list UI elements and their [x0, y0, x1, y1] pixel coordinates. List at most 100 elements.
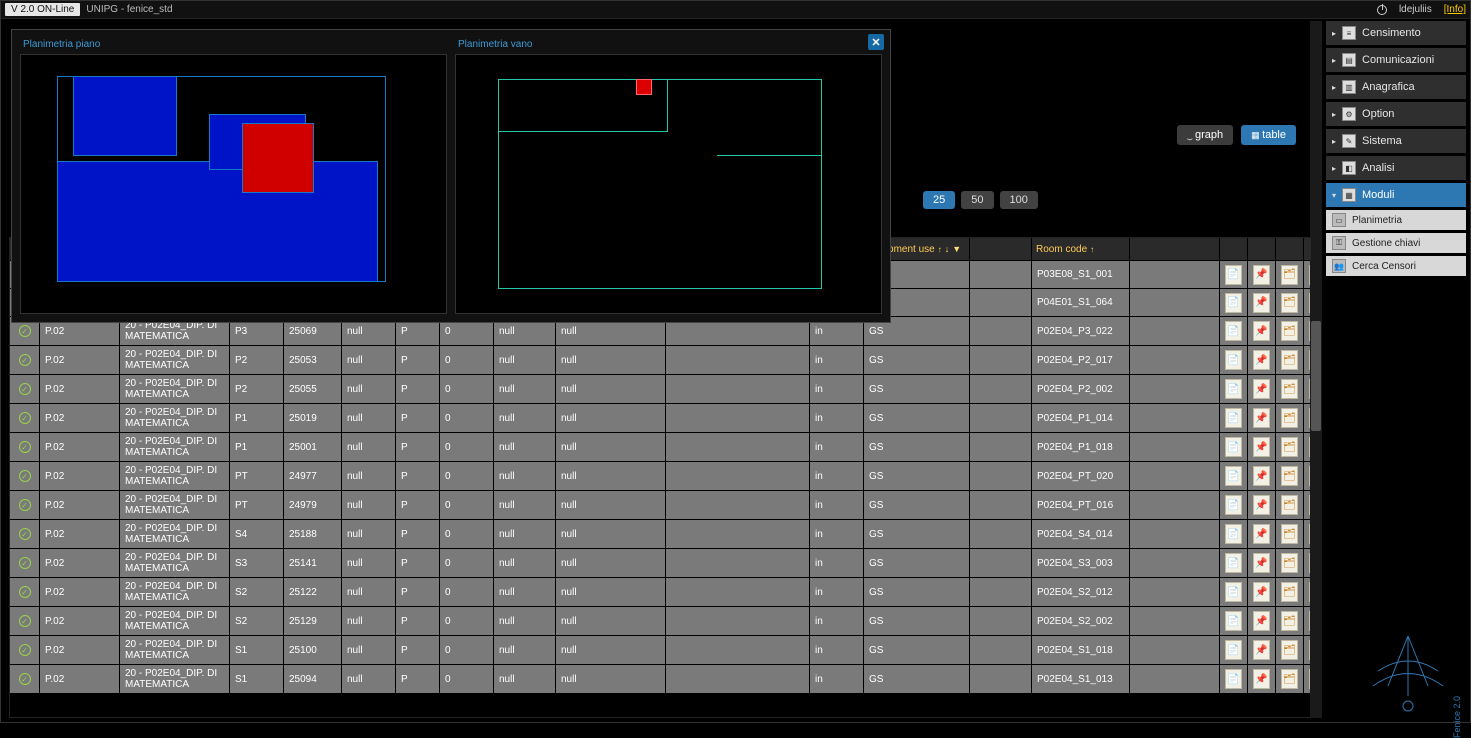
pin-icon[interactable]: 📌 [1253, 524, 1270, 544]
cell [666, 606, 810, 635]
cell: null [342, 548, 396, 577]
info-link[interactable]: [Info] [1444, 4, 1466, 15]
cell: 📌 [1248, 548, 1276, 577]
cell: 📌 [1248, 606, 1276, 635]
folder-icon[interactable]: 🗂 [1281, 466, 1298, 486]
pin-icon[interactable]: 📌 [1253, 582, 1270, 602]
folder-icon[interactable]: 🗂 [1281, 321, 1298, 341]
view-icon[interactable]: 📄 [1225, 437, 1242, 457]
cell [1130, 635, 1220, 664]
username[interactable]: ldejuliis [1399, 4, 1432, 15]
folder-icon[interactable]: 🗂 [1281, 524, 1298, 544]
pin-icon[interactable]: 📌 [1253, 437, 1270, 457]
folder-icon[interactable]: 🗂 [1281, 293, 1298, 313]
scroll-thumb[interactable] [1311, 321, 1321, 431]
pin-icon[interactable]: 📌 [1253, 293, 1270, 313]
view-icon[interactable]: 📄 [1225, 582, 1242, 602]
pin-icon[interactable]: 📌 [1253, 466, 1270, 486]
folder-icon[interactable]: 🗂 [1281, 408, 1298, 428]
cell: in [810, 664, 864, 693]
rail-anagrafica[interactable]: ▸▥Anagrafica [1326, 75, 1466, 99]
cell: null [556, 403, 666, 432]
view-icon[interactable]: 📄 [1225, 265, 1242, 285]
view-icon[interactable]: 📄 [1225, 611, 1242, 631]
folder-icon[interactable]: 🗂 [1281, 265, 1298, 285]
cell: null [494, 635, 556, 664]
rail-sub-gestione-chiavi[interactable]: ⚿Gestione chiavi [1326, 233, 1466, 253]
table-row[interactable]: P.0220 - P02E04_DIP. DI MATEMATICAS42518… [10, 519, 1311, 548]
folder-icon[interactable]: 🗂 [1281, 553, 1298, 573]
cell: GS [864, 577, 970, 606]
pagesize-25[interactable]: 25 [923, 191, 955, 209]
rail-analisi[interactable]: ▸◧Analisi [1326, 156, 1466, 180]
view-icon[interactable]: 📄 [1225, 524, 1242, 544]
view-icon[interactable]: 📄 [1225, 379, 1242, 399]
folder-icon[interactable]: 🗂 [1281, 640, 1298, 660]
pin-icon[interactable]: 📌 [1253, 321, 1270, 341]
view-icon[interactable]: 📄 [1225, 350, 1242, 370]
pin-icon[interactable]: 📌 [1253, 265, 1270, 285]
table-row[interactable]: P.0220 - P02E04_DIP. DI MATEMATICAS22512… [10, 606, 1311, 635]
col-room-code[interactable]: Room code ↑ [1032, 238, 1130, 260]
cell: null [494, 432, 556, 461]
pin-icon[interactable]: 📌 [1253, 495, 1270, 515]
rail-sub-planimetria[interactable]: ▭Planimetria [1326, 210, 1466, 230]
rail-sistema[interactable]: ▸✎Sistema [1326, 129, 1466, 153]
folder-icon[interactable]: 🗂 [1281, 379, 1298, 399]
view-icon[interactable]: 📄 [1225, 553, 1242, 573]
rail-option[interactable]: ▸⚙Option [1326, 102, 1466, 126]
view-icon[interactable]: 📄 [1225, 293, 1242, 313]
pagesize-50[interactable]: 50 [961, 191, 993, 209]
table-row[interactable]: P.0220 - P02E04_DIP. DI MATEMATICAP12501… [10, 403, 1311, 432]
view-icon[interactable]: 📄 [1225, 640, 1242, 660]
plan-room-panel[interactable]: Planimetria vano [455, 54, 882, 314]
table-row[interactable]: P.0220 - P02E04_DIP. DI MATEMATICAP22505… [10, 345, 1311, 374]
folder-icon[interactable]: 🗂 [1281, 582, 1298, 602]
pagesize-100[interactable]: 100 [1000, 191, 1038, 209]
pin-icon[interactable]: 📌 [1253, 669, 1270, 689]
table-row[interactable]: P.0220 - P02E04_DIP. DI MATEMATICAS22512… [10, 577, 1311, 606]
cell: null [556, 664, 666, 693]
folder-icon[interactable]: 🗂 [1281, 437, 1298, 457]
view-icon[interactable]: 📄 [1225, 321, 1242, 341]
table-row[interactable]: P.0220 - P02E04_DIP. DI MATEMATICAPT2497… [10, 461, 1311, 490]
pin-icon[interactable]: 📌 [1253, 408, 1270, 428]
cell: null [342, 403, 396, 432]
scrollbar[interactable] [1310, 21, 1322, 718]
cell: 🗂 [1276, 403, 1304, 432]
view-icon[interactable]: 📄 [1225, 466, 1242, 486]
rail-censimento[interactable]: ▸≡Censimento [1326, 21, 1466, 45]
pin-icon[interactable]: 📌 [1253, 350, 1270, 370]
rail-comunicazioni[interactable]: ▸▤Comunicazioni [1326, 48, 1466, 72]
cell: 0 [440, 432, 494, 461]
cell: in [810, 345, 864, 374]
pin-icon[interactable]: 📌 [1253, 379, 1270, 399]
table-button[interactable]: ▦ table [1241, 125, 1296, 145]
view-icon[interactable]: 📄 [1225, 495, 1242, 515]
pin-icon[interactable]: 📌 [1253, 611, 1270, 631]
folder-icon[interactable]: 🗂 [1281, 669, 1298, 689]
close-icon[interactable]: ✕ [868, 34, 884, 50]
table-row[interactable]: P.0220 - P02E04_DIP. DI MATEMATICAS12510… [10, 635, 1311, 664]
table-row[interactable]: P.0220 - P02E04_DIP. DI MATEMATICAP12500… [10, 432, 1311, 461]
cell: 📄 [1220, 345, 1248, 374]
rail-moduli[interactable]: ▾▦Moduli [1326, 183, 1466, 207]
table-row[interactable]: P.0220 - P02E04_DIP. DI MATEMATICAP22505… [10, 374, 1311, 403]
table-row[interactable]: P.0220 - P02E04_DIP. DI MATEMATICAS32514… [10, 548, 1311, 577]
view-icon[interactable]: 📄 [1225, 408, 1242, 428]
folder-icon[interactable]: 🗂 [1281, 495, 1298, 515]
graph-button[interactable]: ⏟ graph [1177, 125, 1233, 145]
cell: P02E04_S2_002 [1032, 606, 1130, 635]
module-icon: ▦ [1342, 188, 1356, 202]
cell: in [810, 374, 864, 403]
pin-icon[interactable]: 📌 [1253, 640, 1270, 660]
folder-icon[interactable]: 🗂 [1281, 350, 1298, 370]
folder-icon[interactable]: 🗂 [1281, 611, 1298, 631]
pin-icon[interactable]: 📌 [1253, 553, 1270, 573]
view-icon[interactable]: 📄 [1225, 669, 1242, 689]
table-row[interactable]: P.0220 - P02E04_DIP. DI MATEMATICAPT2497… [10, 490, 1311, 519]
plan-floor-panel[interactable]: Planimetria piano [20, 54, 447, 314]
rail-sub-cerca-censori[interactable]: 👥Cerca Censori [1326, 256, 1466, 276]
table-row[interactable]: P.0220 - P02E04_DIP. DI MATEMATICAS12509… [10, 664, 1311, 693]
power-icon[interactable] [1377, 5, 1387, 15]
